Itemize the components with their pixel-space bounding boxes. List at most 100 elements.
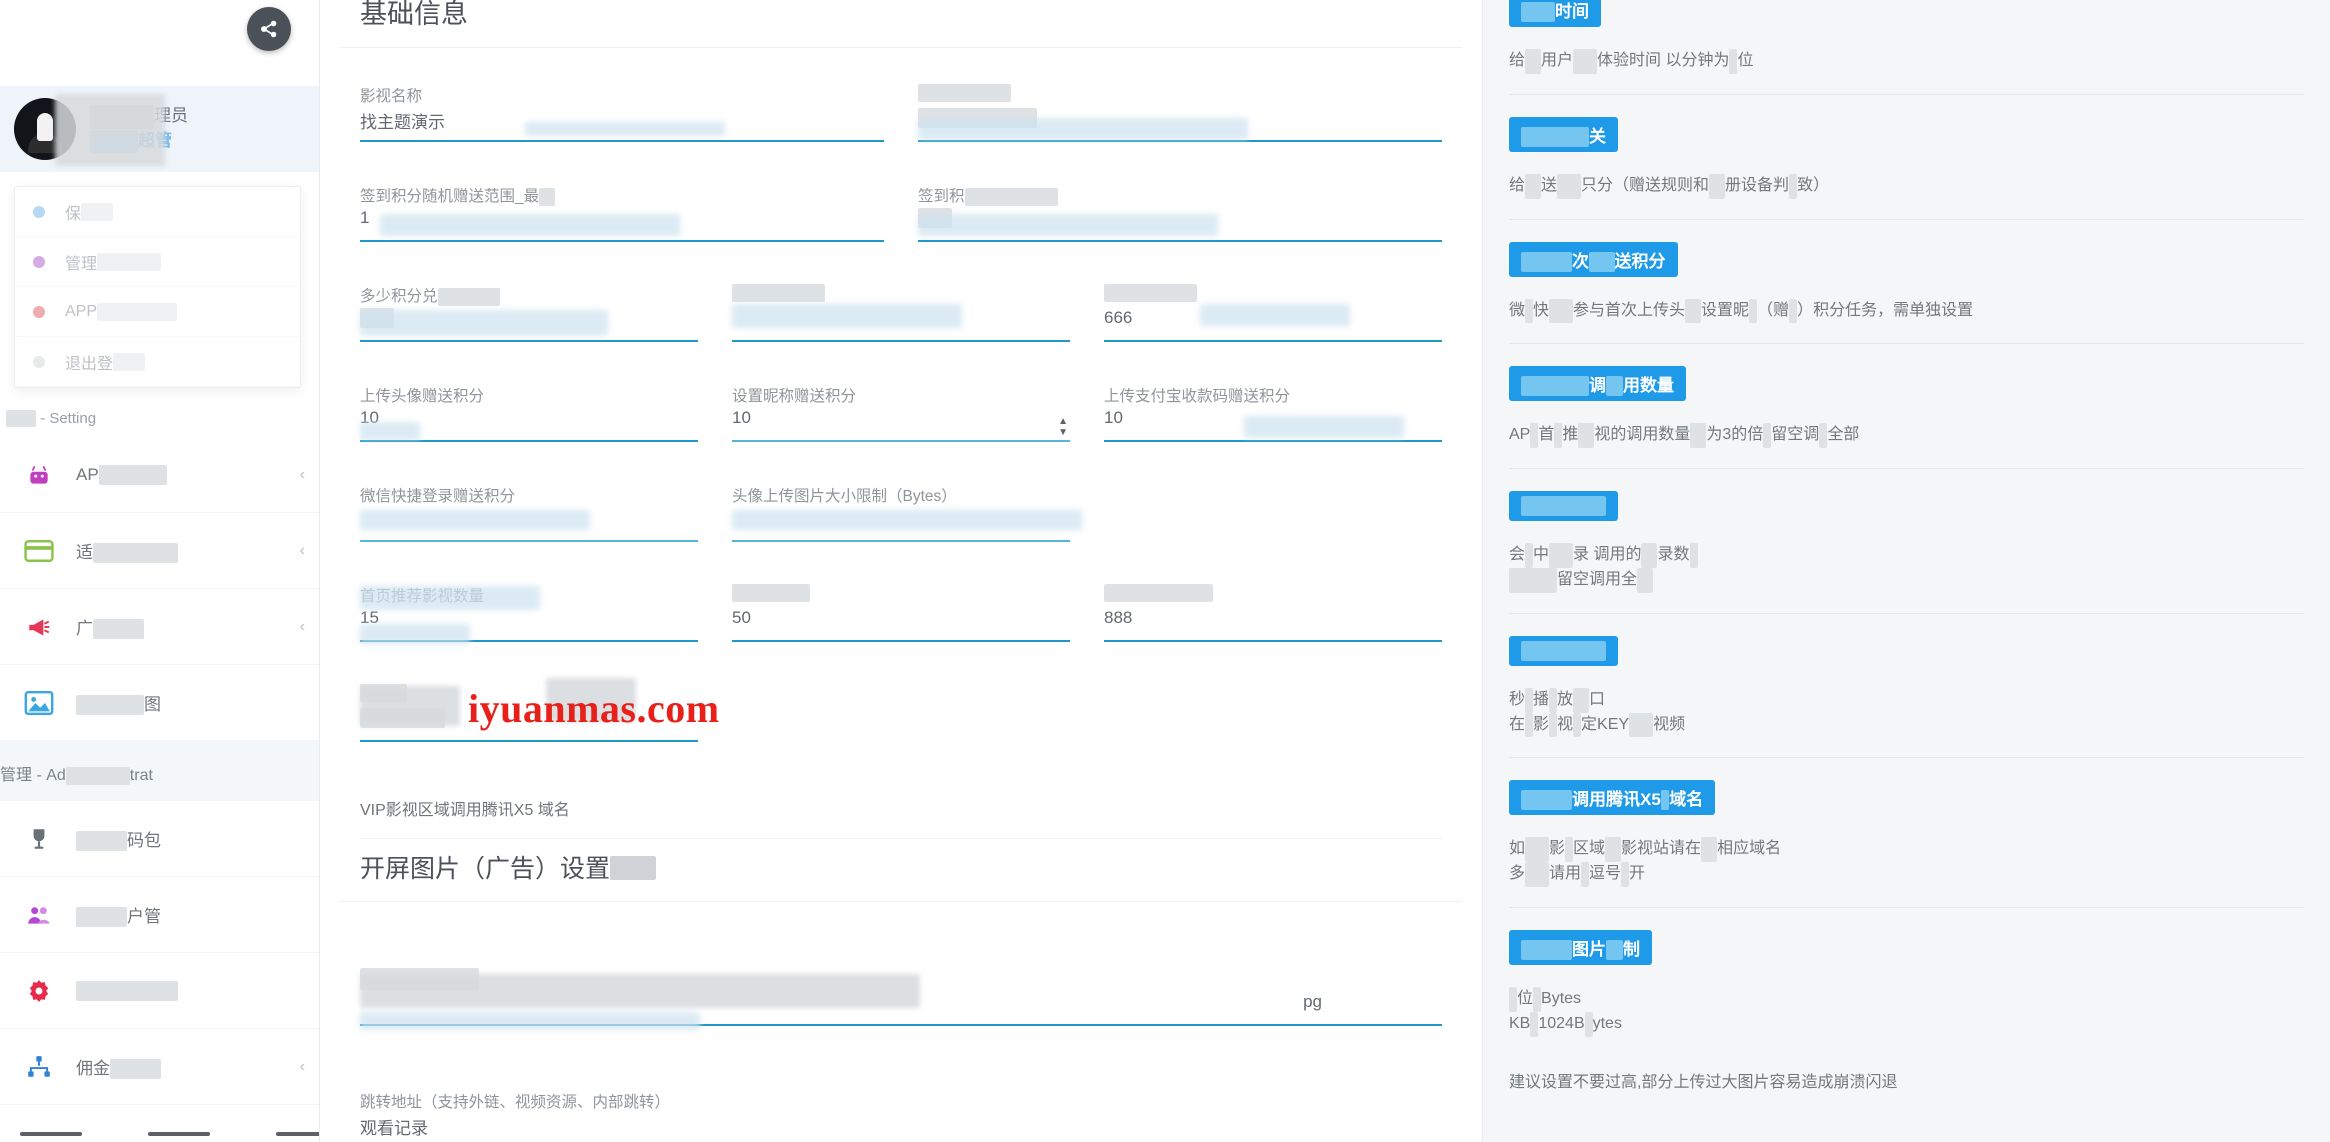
field-vip-x5-domain[interactable]: VIP影视区域调用腾讯X5 域名 [360,778,1442,819]
help-badge-0: 时间 [1509,0,1601,27]
dropdown-item-0[interactable]: 保 [15,187,300,237]
field-row1-b[interactable] [918,66,1442,156]
field-row3-b-value [732,304,1070,332]
field-splash-image-upload[interactable]: （GIF） pg [360,950,1442,1040]
dropdown-item-0-label: 保 [65,205,82,223]
field-row3-b[interactable] [732,266,1070,356]
profile-role: 超管 [138,131,172,150]
help-block-1: 关 给 送 只分（赠送规则和 册设备判 致） [1509,116,2304,199]
settings-gear-icon [22,976,56,1006]
section-title-splash: 开屏图片（广告）设置 [340,831,1462,901]
field-row6-c[interactable]: 888 [1104,566,1442,656]
help-text-0: 给 用户 体验时间 以分钟为 位 [1509,49,2304,74]
sidebar-item-images[interactable]: 图 [0,665,319,741]
profile-role-row: 超管 [90,129,188,154]
field-jump-address[interactable]: 跳转地址（支持外链、视频资源、内部跳转） 观看记录 [360,1072,1442,1142]
field-points-exchange-value [360,304,698,332]
sidebar-item-payment-label: 适 [76,538,300,563]
help-separator-6 [1509,906,2304,908]
user-profile-card[interactable]: 理员 超管 [0,86,319,172]
sidebar-section-settings: - Setting [0,388,319,437]
dropdown-item-0-redacted [81,202,114,221]
field-points-exchange[interactable]: 多少积分兑 [360,266,698,356]
field-underline [1104,340,1442,342]
help-separator-4 [1509,612,2304,614]
field-row3-c-value: 666 [1104,308,1133,327]
number-stepper[interactable]: ▲ ▼ [1058,417,1068,438]
form-row-2: 签到积分随机赠送范围_最 1 签到积 [340,166,1462,256]
dropdown-item-1-redacted [97,252,162,271]
dropdown-item-2[interactable]: APP [15,287,300,337]
help-badge-4 [1509,491,1618,522]
field-signin-random-max[interactable]: 签到积 [918,166,1442,256]
sidebar-section-admin: 管理 - Ad trat [0,741,319,801]
sidebar-item-system[interactable] [0,953,319,1029]
field-row7-spacer2 [1104,666,1442,756]
share-floating-button[interactable] [247,7,291,51]
field-row1-b-label [918,84,1442,104]
field-underline [360,340,698,342]
help-block-0: 时间 给 用户 体验时间 以分钟为 位 [1509,0,2304,74]
bottom-tabbar [0,1118,319,1142]
sidebar-item-ads[interactable]: 广 ‹ [0,589,319,665]
stepper-down-icon[interactable]: ▼ [1058,428,1068,438]
field-wechat-login-points-label: 微信快捷登录赠送积分 [360,488,516,505]
watermark: iyuanmas.com [468,686,720,731]
help-separator-0 [1509,93,2304,95]
help-badge-1: 关 [1509,116,1618,152]
profile-name: 理员 [154,106,188,126]
share-nodes-icon [261,20,277,38]
field-home-recommend-count[interactable]: 首页推荐影视数量 15 [360,566,698,656]
field-underline [918,140,1442,142]
field-row1-b-value [918,104,1442,132]
field-row3-c[interactable]: 666 [1104,266,1442,356]
dropdown-item-3[interactable]: 退出登 [15,337,300,387]
field-signin-random-min[interactable]: 签到积分随机赠送范围_最 1 [360,166,884,256]
help-text-4: 会 中 录 调用的 录数 留空调用全 [1509,543,2304,593]
dropdown-item-1[interactable]: 管理 [15,237,300,287]
field-alipay-qr-points[interactable]: 上传支付宝收款码赠送积分 10 [1104,366,1442,456]
sidebar-item-ads-label: 广 [76,614,300,639]
android-icon [22,460,56,490]
sidebar-item-payment[interactable]: 适 ‹ [0,513,319,589]
image-icon [22,688,56,718]
stepper-up-icon[interactable]: ▲ [1058,417,1068,427]
sidebar-item-users[interactable]: 户管 [0,877,319,953]
field-nickname-points[interactable]: 设置昵称赠送积分 10 ▲ ▼ [732,366,1070,456]
field-underline [918,240,1442,242]
field-media-name[interactable]: 影视名称 找主题演示 [360,66,884,156]
sidebar-item-users-label: 户管 [76,902,305,927]
field-avatar-size-limit[interactable]: 头像上传图片大小限制（Bytes） [732,466,1082,556]
form-row-jump: 跳转地址（支持外链、视频资源、内部跳转） 观看记录 [340,1072,1462,1142]
sidebar-item-codepack[interactable]: 码包 [0,801,319,877]
help-block-4: 会 中 录 调用的 录数 留空调用全 [1509,491,2304,593]
sidebar-item-images-label: 图 [76,690,305,715]
section-admin-redacted [65,767,130,785]
profile-text: 理员 超管 [90,104,188,154]
card-icon [22,536,56,566]
field-avatar-points[interactable]: 上传头像赠送积分 10 [360,366,698,456]
help-text-1: 给 送 只分（赠送规则和 册设备判 致） [1509,173,2304,199]
field-underline [360,240,884,242]
sidebar-item-app-label: AP [76,464,300,485]
help-note-7: 建议设置不要过高,部分上传过大图片容易造成崩溃闪退 [1509,1073,1898,1091]
field-underline [360,440,698,442]
field-signin-random-max-value [918,204,1442,232]
field-row3-c-label [1104,284,1442,304]
field-avatar-size-limit-value [732,504,1070,532]
sidebar-item-app[interactable]: AP ‹ [0,437,319,513]
field-underline [732,640,1070,642]
profile-name-redacted [90,105,154,129]
profile-dropdown-menu: 保 管理 APP 退出登 [14,186,301,388]
pin-icon [29,302,49,322]
field-wechat-login-points[interactable]: 微信快捷登录赠送积分 [360,466,698,556]
divider [340,47,1462,48]
field-underline [360,1024,1442,1026]
sidebar-item-commission[interactable]: 佣金 ‹ [0,1029,319,1105]
field-row6-b[interactable]: 50 [732,566,1070,656]
help-block-2: 次 送积分 微 快 参与首次上传头 设置昵 （赠 ）积分任务，需单独设置 [1509,241,2304,324]
chevron-icon: ‹ [299,1057,305,1075]
sidebar-item-commission-label: 佣金 [76,1054,300,1079]
form-row-vip: VIP影视区域调用腾讯X5 域名 [340,778,1462,819]
help-badge-7: 图片 制 [1509,929,1652,965]
